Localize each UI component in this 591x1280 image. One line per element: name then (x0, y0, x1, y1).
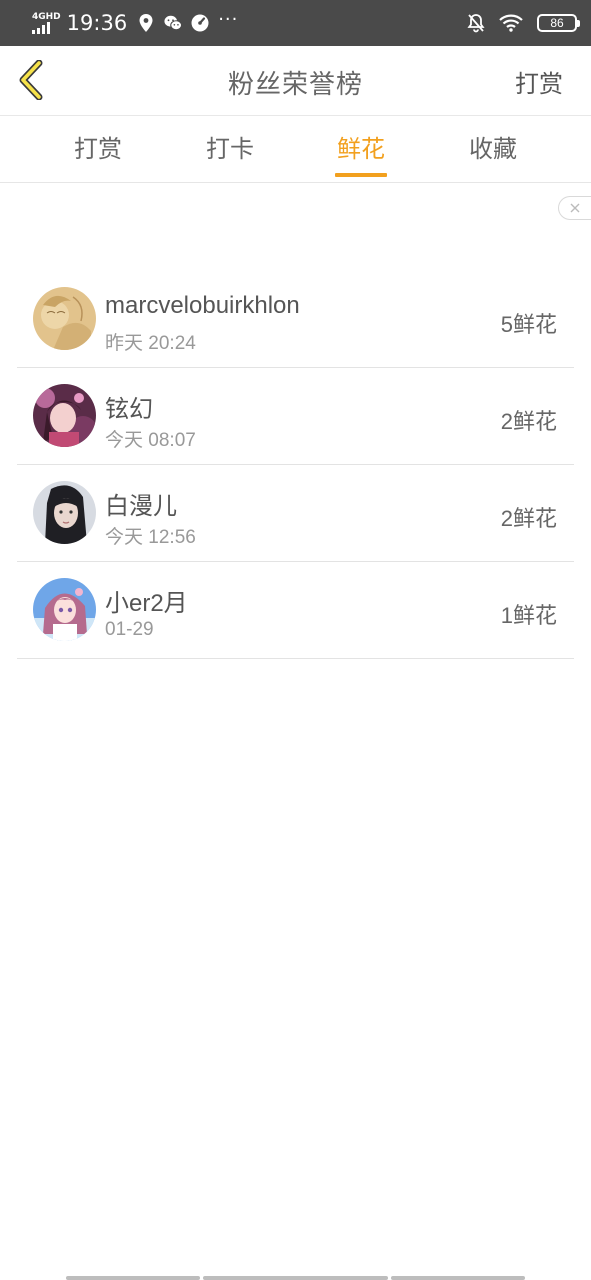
timestamp: 01-29 (105, 619, 154, 640)
tab-bar: 打赏 打卡 鲜花 收藏 (0, 116, 591, 183)
user-name: 小er2月 (105, 590, 188, 617)
battery-level: 86 (550, 16, 564, 30)
page-title: 粉丝荣誉榜 (227, 70, 363, 100)
more-notifications-icon: ··· (218, 9, 239, 30)
fan-list: marcvelobuirkhlon 昨天 20:24 5鲜花 铉幻 今天 08:… (17, 271, 574, 659)
flower-count: 2鲜花 (500, 409, 557, 434)
network-indicator: 4GHD (32, 12, 61, 34)
header-bar: 粉丝荣誉榜 打赏 (0, 46, 591, 116)
tab-favorites[interactable]: 收藏 (443, 116, 543, 183)
user-name: marcvelobuirkhlon (105, 292, 300, 319)
tab-checkin[interactable]: 打卡 (180, 116, 280, 183)
gesture-bar-home[interactable] (203, 1276, 388, 1280)
avatar (33, 287, 96, 350)
tab-reward[interactable]: 打赏 (48, 116, 148, 183)
user-name: 铉幻 (105, 396, 153, 423)
close-icon (570, 203, 580, 213)
gesture-bar-right[interactable] (391, 1276, 525, 1280)
timestamp: 昨天 20:24 (105, 333, 196, 354)
speedometer-icon (191, 14, 209, 32)
list-item[interactable]: 小er2月 01-29 1鲜花 (17, 562, 574, 659)
avatar (33, 384, 96, 447)
wifi-icon (499, 14, 523, 32)
signal-icon (32, 22, 50, 34)
user-name: 白漫儿 (105, 493, 177, 520)
wechat-icon (164, 14, 183, 32)
location-pin-icon (137, 14, 155, 32)
status-bar: 4GHD 19:36 ··· 86 (0, 0, 591, 46)
network-type: 4GHD (32, 12, 61, 22)
notification-off-icon (467, 14, 485, 33)
list-item[interactable]: 白漫儿 今天 12:56 2鲜花 (17, 465, 574, 562)
reward-button[interactable]: 打赏 (515, 64, 563, 99)
timestamp: 今天 08:07 (105, 430, 196, 451)
gesture-bar-left[interactable] (66, 1276, 200, 1280)
status-time: 19:36 (66, 11, 128, 35)
avatar (33, 481, 96, 544)
timestamp: 今天 12:56 (105, 527, 196, 548)
list-item[interactable]: 铉幻 今天 08:07 2鲜花 (17, 368, 574, 465)
flower-count: 1鲜花 (500, 603, 557, 628)
active-tab-indicator (335, 173, 387, 177)
avatar (33, 578, 96, 641)
close-ad-button[interactable] (558, 196, 591, 220)
flower-count: 2鲜花 (500, 506, 557, 531)
battery-icon: 86 (537, 14, 580, 32)
flower-count: 5鲜花 (500, 312, 557, 337)
list-item[interactable]: marcvelobuirkhlon 昨天 20:24 5鲜花 (17, 271, 574, 368)
